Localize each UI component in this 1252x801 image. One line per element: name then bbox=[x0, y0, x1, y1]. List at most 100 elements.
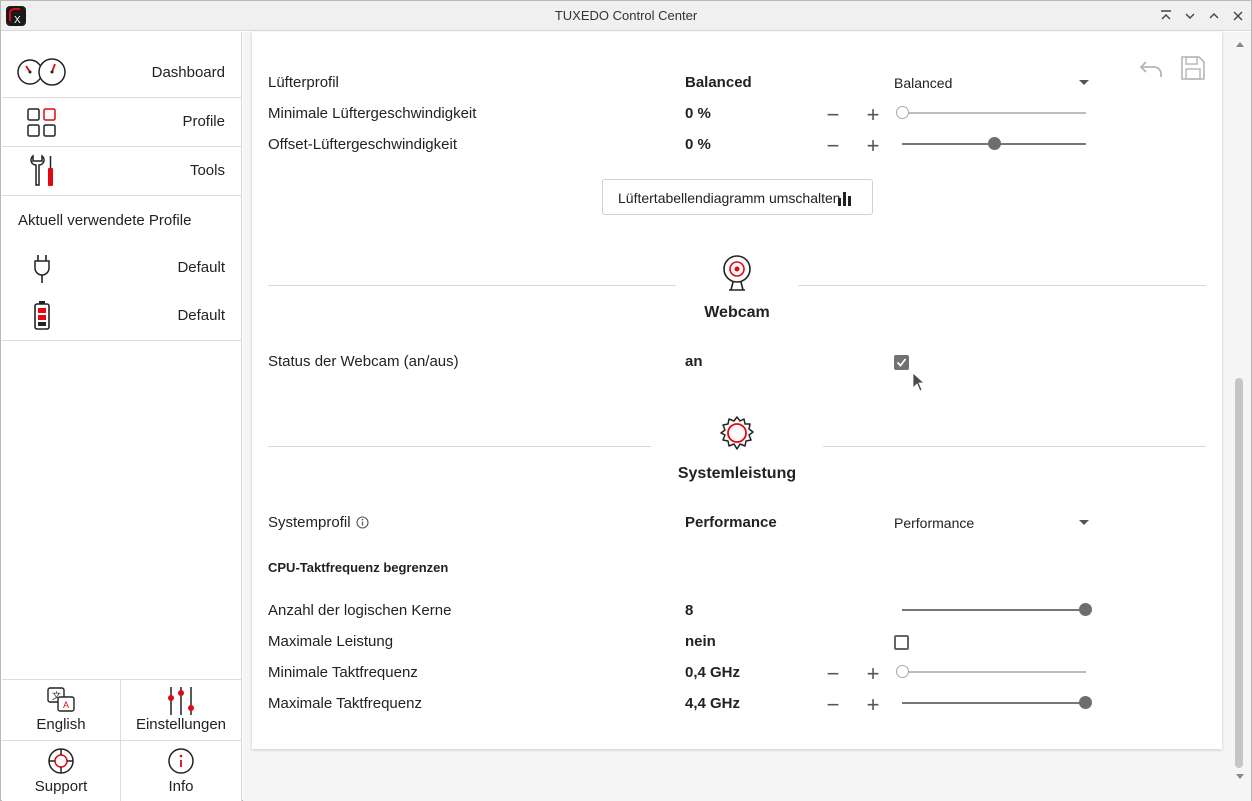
slider-track bbox=[902, 702, 1086, 704]
fan-profile-select[interactable]: Balanced bbox=[892, 70, 1092, 94]
settings-label: Einstellungen bbox=[135, 716, 227, 733]
minimize-icon[interactable] bbox=[1182, 8, 1198, 24]
webcam-status-checkbox[interactable] bbox=[894, 355, 909, 370]
fan-profile-select-value: Balanced bbox=[894, 75, 953, 91]
slider-knob[interactable] bbox=[1079, 696, 1092, 709]
max-frequency-increase-button[interactable]: + bbox=[865, 694, 881, 716]
support-label: Support bbox=[34, 778, 88, 795]
language-icon: 文 A bbox=[47, 687, 75, 712]
webcam-status-value: an bbox=[685, 353, 703, 370]
slider-knob[interactable] bbox=[896, 106, 909, 119]
webcam-status-label: Status der Webcam (an/aus) bbox=[268, 353, 459, 370]
slider-knob[interactable] bbox=[896, 665, 909, 678]
slider-track bbox=[902, 609, 1086, 611]
offset-fan-speed-increase-button[interactable]: + bbox=[865, 135, 881, 157]
max-performance-label: Maximale Leistung bbox=[268, 633, 394, 650]
support-button[interactable]: Support bbox=[2, 741, 121, 801]
sidebar: Dashboard Profile Tools Aktuell verwende… bbox=[2, 32, 242, 801]
app-window: X TUXEDO Control Center Dashboard Profil… bbox=[0, 0, 1252, 801]
max-performance-checkbox[interactable] bbox=[894, 635, 909, 650]
min-frequency-value: 0,4 GHz bbox=[685, 664, 741, 681]
section-divider bbox=[798, 285, 1206, 286]
window-title: TUXEDO Control Center bbox=[554, 8, 698, 23]
profile-grid-icon bbox=[27, 108, 56, 137]
checkmark-icon bbox=[896, 358, 907, 367]
max-frequency-decrease-button[interactable]: − bbox=[825, 694, 841, 716]
system-profile-label: Systemprofil bbox=[268, 514, 351, 531]
lifebuoy-icon bbox=[48, 748, 74, 774]
nav-profile-label: Profile bbox=[182, 113, 225, 130]
info-label: Info bbox=[168, 778, 194, 795]
logical-cores-slider[interactable] bbox=[902, 603, 1092, 617]
scroll-down-arrow-icon[interactable] bbox=[1236, 774, 1244, 779]
power-plug-icon bbox=[34, 255, 50, 283]
nav-dashboard[interactable]: Dashboard bbox=[2, 49, 241, 98]
min-frequency-label: Minimale Taktfrequenz bbox=[268, 664, 418, 681]
active-profile-ac-label: Default bbox=[177, 259, 225, 276]
bar-chart-icon bbox=[838, 192, 851, 206]
system-profile-select-value: Performance bbox=[894, 515, 975, 531]
offset-fan-speed-decrease-button[interactable]: − bbox=[825, 135, 841, 157]
active-profiles-title: Aktuell verwendete Profile bbox=[18, 212, 192, 229]
slider-knob[interactable] bbox=[1079, 603, 1092, 616]
system-profile-select[interactable]: Performance bbox=[892, 510, 1092, 534]
keep-above-icon[interactable] bbox=[1158, 8, 1174, 24]
system-profile-value: Performance bbox=[685, 514, 777, 531]
webcam-section-title: Webcam bbox=[704, 304, 770, 321]
fan-profile-label: Lüfterprofil bbox=[268, 74, 339, 91]
max-frequency-value: 4,4 GHz bbox=[685, 695, 741, 712]
max-frequency-label: Maximale Taktfrequenz bbox=[268, 695, 422, 712]
scrollbar-thumb[interactable] bbox=[1235, 378, 1243, 768]
main-content: Lüfterprofil Balanced Balanced Minimale … bbox=[243, 32, 1251, 801]
sidebar-bottom-grid: 文 A English Einstellungen Support Info bbox=[2, 679, 241, 801]
min-frequency-decrease-button[interactable]: − bbox=[825, 663, 841, 685]
info-button[interactable]: Info bbox=[121, 741, 241, 801]
fan-profile-value: Balanced bbox=[685, 74, 752, 91]
max-frequency-slider[interactable] bbox=[902, 696, 1092, 710]
info-icon bbox=[168, 748, 194, 774]
settings-button[interactable]: Einstellungen bbox=[121, 680, 241, 741]
chevron-down-icon bbox=[1079, 520, 1089, 525]
min-fan-speed-slider[interactable] bbox=[896, 106, 1086, 120]
maximize-icon[interactable] bbox=[1206, 8, 1222, 24]
language-label: English bbox=[36, 716, 86, 733]
offset-fan-speed-slider[interactable] bbox=[902, 137, 1086, 151]
chevron-down-icon bbox=[1079, 80, 1089, 85]
min-fan-speed-decrease-button[interactable]: − bbox=[825, 104, 841, 126]
cpu-frequency-heading: CPU-Taktfrequenz begrenzen bbox=[268, 560, 449, 575]
nav-tools-label: Tools bbox=[189, 162, 225, 179]
info-icon[interactable] bbox=[356, 516, 369, 529]
scroll-up-arrow-icon[interactable] bbox=[1236, 42, 1244, 47]
svg-text:A: A bbox=[63, 700, 69, 710]
dashboard-gauges-icon bbox=[17, 58, 66, 86]
language-button[interactable]: 文 A English bbox=[2, 680, 121, 741]
slider-track bbox=[902, 671, 1086, 673]
section-divider bbox=[268, 285, 676, 286]
section-divider bbox=[823, 446, 1206, 447]
min-frequency-slider[interactable] bbox=[896, 665, 1086, 679]
min-fan-speed-increase-button[interactable]: + bbox=[865, 104, 881, 126]
gear-icon bbox=[720, 416, 754, 450]
close-icon[interactable] bbox=[1230, 8, 1246, 24]
toggle-fan-table-button[interactable]: Lüftertabellendiagramm umschalten bbox=[602, 179, 873, 215]
save-icon[interactable] bbox=[1180, 55, 1206, 81]
mouse-cursor-icon bbox=[912, 372, 926, 392]
undo-icon[interactable] bbox=[1138, 58, 1164, 80]
min-fan-speed-label: Minimale Lüftergeschwindigkeit bbox=[268, 105, 477, 122]
active-profile-battery[interactable]: Default bbox=[2, 292, 241, 341]
max-performance-value: nein bbox=[685, 633, 716, 650]
webcam-icon bbox=[723, 255, 751, 291]
min-frequency-increase-button[interactable]: + bbox=[865, 663, 881, 685]
slider-knob[interactable] bbox=[988, 137, 1001, 150]
section-divider bbox=[268, 446, 651, 447]
system-section-title: Systemleistung bbox=[677, 465, 797, 482]
nav-tools[interactable]: Tools bbox=[2, 147, 241, 196]
tools-icon bbox=[30, 154, 53, 186]
settings-sliders-icon bbox=[168, 687, 194, 715]
active-profile-ac[interactable]: Default bbox=[2, 244, 241, 293]
offset-fan-speed-label: Offset-Lüftergeschwindigkeit bbox=[268, 136, 457, 153]
logical-cores-label: Anzahl der logischen Kerne bbox=[268, 602, 452, 619]
battery-icon bbox=[34, 301, 50, 330]
active-profile-battery-label: Default bbox=[177, 307, 225, 324]
nav-profile[interactable]: Profile bbox=[2, 98, 241, 147]
